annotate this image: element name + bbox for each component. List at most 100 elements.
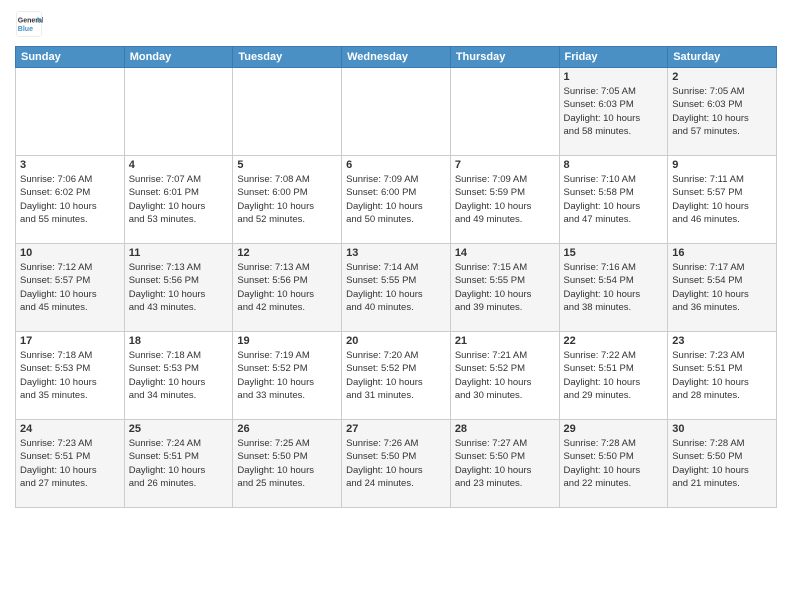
day-info: Daylight: 10 hours (564, 376, 664, 389)
day-info: Sunrise: 7:18 AM (20, 349, 120, 362)
day-info: and 58 minutes. (564, 125, 664, 138)
day-info: Sunrise: 7:28 AM (564, 437, 664, 450)
day-info: Sunrise: 7:24 AM (129, 437, 229, 450)
day-info: Sunset: 5:58 PM (564, 186, 664, 199)
day-info: Sunset: 5:50 PM (346, 450, 446, 463)
day-info: Sunrise: 7:23 AM (20, 437, 120, 450)
calendar-cell: 30Sunrise: 7:28 AMSunset: 5:50 PMDayligh… (668, 420, 777, 508)
calendar-cell: 5 Sunrise: 7:08 AMSunset: 6:00 PMDaylight… (233, 156, 342, 244)
calendar-cell: 21Sunrise: 7:21 AMSunset: 5:52 PMDayligh… (450, 332, 559, 420)
day-number: 5 (237, 159, 337, 171)
calendar-day-header: Tuesday (233, 47, 342, 68)
day-info: Daylight: 10 hours (564, 288, 664, 301)
day-info: Sunset: 5:51 PM (129, 450, 229, 463)
day-info: and 42 minutes. (237, 301, 337, 314)
calendar-cell: 25Sunrise: 7:24 AMSunset: 5:51 PMDayligh… (124, 420, 233, 508)
day-number: 14 (455, 247, 555, 259)
day-number: 20 (346, 335, 446, 347)
day-info: Sunrise: 7:05 AM (564, 85, 664, 98)
day-number: 6 (346, 159, 446, 171)
calendar-cell: 9Sunrise: 7:11 AMSunset: 5:57 PMDaylight… (668, 156, 777, 244)
day-info: and 30 minutes. (455, 389, 555, 402)
day-info: Sunrise: 7:07 AM (129, 173, 229, 186)
day-number: 16 (672, 247, 772, 259)
day-number: 30 (672, 423, 772, 435)
day-info: Sunrise: 7:23 AM (672, 349, 772, 362)
calendar-cell: 15Sunrise: 7:16 AMSunset: 5:54 PMDayligh… (559, 244, 668, 332)
day-number: 21 (455, 335, 555, 347)
day-info: Sunrise: 7:21 AM (455, 349, 555, 362)
day-info: and 33 minutes. (237, 389, 337, 402)
day-info: and 49 minutes. (455, 213, 555, 226)
day-number: 8 (564, 159, 664, 171)
day-info: and 26 minutes. (129, 477, 229, 490)
day-info: Daylight: 10 hours (346, 464, 446, 477)
calendar-cell: 19Sunrise: 7:19 AMSunset: 5:52 PMDayligh… (233, 332, 342, 420)
day-info: Sunrise: 7:22 AM (564, 349, 664, 362)
day-info: Sunrise: 7:05 AM (672, 85, 772, 98)
calendar-week-row: 10Sunrise: 7:12 AMSunset: 5:57 PMDayligh… (16, 244, 777, 332)
day-info: Sunset: 5:50 PM (564, 450, 664, 463)
day-info: Daylight: 10 hours (672, 200, 772, 213)
calendar-cell: 8Sunrise: 7:10 AMSunset: 5:58 PMDaylight… (559, 156, 668, 244)
day-number: 3 (20, 159, 120, 171)
day-info: Sunrise: 7:17 AM (672, 261, 772, 274)
day-info: Sunrise: 7:15 AM (455, 261, 555, 274)
day-info: Sunrise: 7:26 AM (346, 437, 446, 450)
day-info: and 27 minutes. (20, 477, 120, 490)
day-info: Sunset: 5:52 PM (237, 362, 337, 375)
day-info: and 38 minutes. (564, 301, 664, 314)
day-info: Sunset: 5:51 PM (564, 362, 664, 375)
calendar-cell: 13Sunrise: 7:14 AMSunset: 5:55 PMDayligh… (342, 244, 451, 332)
day-info: Sunrise: 7:13 AM (129, 261, 229, 274)
day-info: Daylight: 10 hours (346, 376, 446, 389)
day-info: Sunrise: 7:13 AM (237, 261, 337, 274)
day-info: Daylight: 10 hours (455, 288, 555, 301)
day-info: Sunset: 6:03 PM (564, 98, 664, 111)
day-number: 4 (129, 159, 229, 171)
calendar-cell: 6Sunrise: 7:09 AMSunset: 6:00 PMDaylight… (342, 156, 451, 244)
calendar-week-row: 1Sunrise: 7:05 AMSunset: 6:03 PMDaylight… (16, 68, 777, 156)
day-number: 24 (20, 423, 120, 435)
calendar-cell (16, 68, 125, 156)
day-info: and 35 minutes. (20, 389, 120, 402)
logo: General Blue (15, 10, 43, 38)
day-info: Sunset: 6:00 PM (346, 186, 446, 199)
calendar-cell: 26Sunrise: 7:25 AMSunset: 5:50 PMDayligh… (233, 420, 342, 508)
day-info: Sunrise: 7:18 AM (129, 349, 229, 362)
calendar-cell: 29Sunrise: 7:28 AMSunset: 5:50 PMDayligh… (559, 420, 668, 508)
day-info: Sunrise: 7:06 AM (20, 173, 120, 186)
day-number: 11 (129, 247, 229, 259)
day-info: Sunset: 5:50 PM (455, 450, 555, 463)
day-info: Daylight: 10 hours (237, 464, 337, 477)
day-info: Daylight: 10 hours (237, 200, 337, 213)
day-info: Sunrise: 7:27 AM (455, 437, 555, 450)
day-info: Sunset: 5:52 PM (346, 362, 446, 375)
day-info: Daylight: 10 hours (564, 464, 664, 477)
day-info: Sunrise: 7:16 AM (564, 261, 664, 274)
day-info: and 29 minutes. (564, 389, 664, 402)
calendar-week-row: 3Sunrise: 7:06 AMSunset: 6:02 PMDaylight… (16, 156, 777, 244)
day-info: Sunrise: 7:09 AM (346, 173, 446, 186)
calendar-day-header: Sunday (16, 47, 125, 68)
day-number: 17 (20, 335, 120, 347)
day-info: Sunset: 5:50 PM (672, 450, 772, 463)
day-info: and 52 minutes. (237, 213, 337, 226)
day-info: Sunset: 6:00 PM (237, 186, 337, 199)
calendar-cell (450, 68, 559, 156)
day-info: Sunset: 5:56 PM (237, 274, 337, 287)
day-info: and 50 minutes. (346, 213, 446, 226)
day-info: Daylight: 10 hours (672, 288, 772, 301)
day-info: Daylight: 10 hours (237, 376, 337, 389)
day-info: Daylight: 10 hours (20, 200, 120, 213)
day-info: Sunrise: 7:08 AM (237, 173, 337, 186)
calendar-cell: 3Sunrise: 7:06 AMSunset: 6:02 PMDaylight… (16, 156, 125, 244)
day-info: Daylight: 10 hours (20, 288, 120, 301)
calendar-table: SundayMondayTuesdayWednesdayThursdayFrid… (15, 46, 777, 508)
day-info: Sunrise: 7:28 AM (672, 437, 772, 450)
page-header: General Blue (15, 10, 777, 38)
day-info: and 23 minutes. (455, 477, 555, 490)
day-info: Sunrise: 7:12 AM (20, 261, 120, 274)
day-info: and 46 minutes. (672, 213, 772, 226)
day-info: Sunset: 5:51 PM (672, 362, 772, 375)
